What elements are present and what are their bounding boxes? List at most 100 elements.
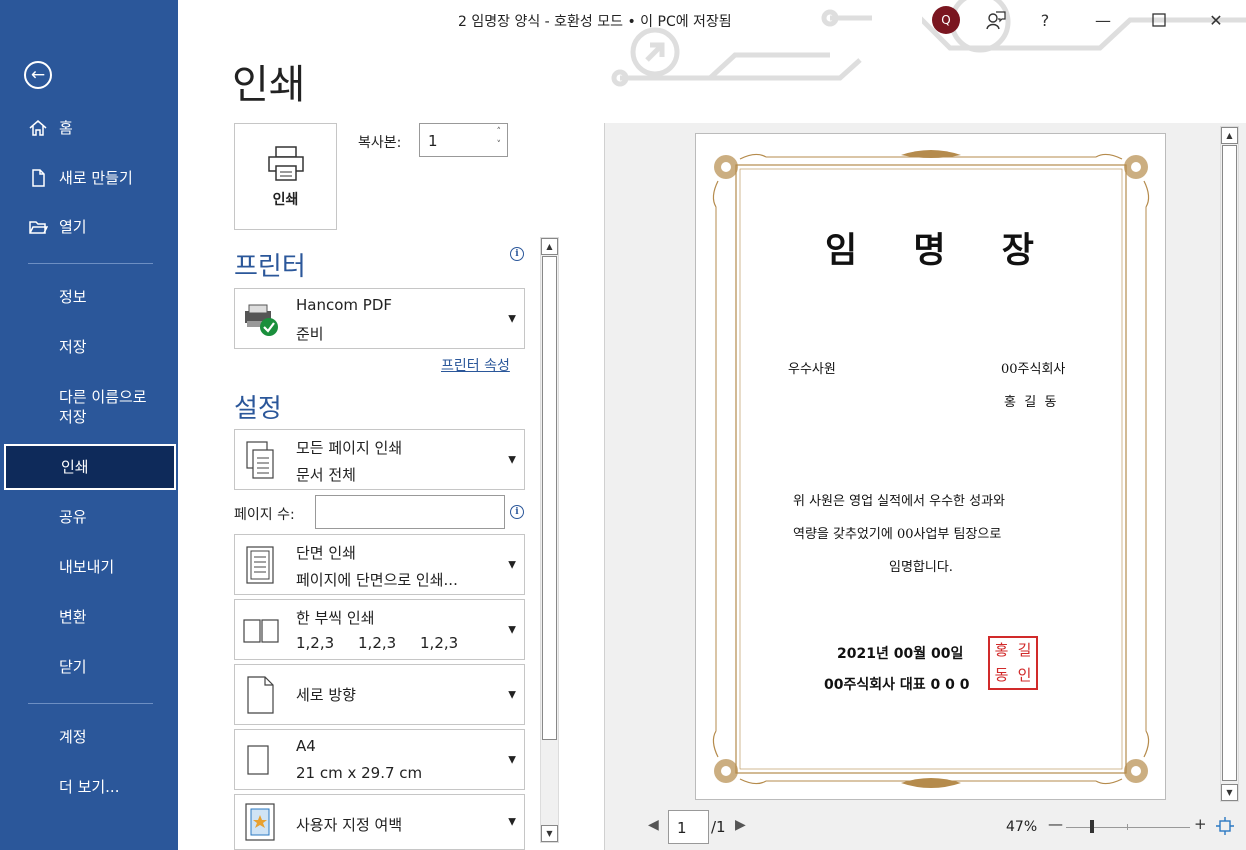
sides-label: 단면 인쇄	[296, 544, 356, 562]
award-label: 우수사원	[788, 362, 836, 377]
printer-ready-icon	[245, 304, 278, 336]
pages-input[interactable]	[315, 495, 505, 529]
seal-char: 동	[994, 666, 1009, 684]
page-total: /1	[711, 818, 726, 836]
print-range-sub: 문서 전체	[296, 466, 356, 484]
paper-size-dropdown[interactable]: A4 21 cm x 29.7 cm ▼	[234, 729, 525, 790]
pages-icon	[246, 440, 274, 479]
print-button[interactable]: 인쇄	[234, 123, 337, 230]
company-name: 00주식회사	[1001, 362, 1066, 377]
nav-close[interactable]: 닫기	[4, 644, 176, 690]
nav-home[interactable]: 홈	[4, 105, 176, 151]
sides-sub: 페이지에 단면으로 인쇄...	[296, 571, 458, 589]
collate-dropdown[interactable]: 한 부씩 인쇄 1,2,3 1,2,3 1,2,3 ▼	[234, 599, 525, 660]
nav-account[interactable]: 계정	[4, 714, 176, 760]
copies-spinner[interactable]: 1 ˄ ˅	[419, 123, 508, 157]
nav-new[interactable]: 새로 만들기	[4, 155, 176, 201]
spinner-arrows[interactable]: ˄ ˅	[497, 126, 502, 152]
nav-label: 다른 이름으로 저장	[59, 388, 147, 426]
nav-label: 내보내기	[59, 558, 115, 576]
body-text-line: 위 사원은 영업 실적에서 우수한 성과와	[793, 494, 1006, 509]
nav-share[interactable]: 공유	[4, 494, 176, 540]
close-button[interactable]: ✕	[1203, 8, 1229, 32]
paper-size-sub: 21 cm x 29.7 cm	[296, 764, 423, 782]
print-range-dropdown[interactable]: 모든 페이지 인쇄 문서 전체 ▼	[234, 429, 525, 490]
nav-label: 홈	[59, 119, 73, 137]
pages-label: 페이지 수:	[234, 507, 295, 523]
printer-status: 준비	[296, 325, 324, 343]
sides-dropdown[interactable]: 단면 인쇄 페이지에 단면으로 인쇄... ▼	[234, 534, 525, 595]
orientation-label: 세로 방향	[296, 686, 356, 704]
nav-save[interactable]: 저장	[4, 324, 176, 370]
single-sided-icon	[246, 545, 274, 584]
page-title: 인쇄	[232, 62, 306, 108]
nav-label: 닫기	[59, 658, 87, 676]
maximize-button[interactable]	[1146, 8, 1172, 32]
collate-label: 한 부씩 인쇄	[296, 609, 375, 627]
scroll-up-icon[interactable]: ▲	[1221, 127, 1238, 144]
scroll-down-icon[interactable]: ▼	[541, 825, 558, 842]
margins-label: 사용자 지정 여백	[296, 816, 403, 834]
next-page-icon[interactable]: ▶	[735, 817, 746, 833]
zoom-slider-thumb[interactable]	[1090, 820, 1094, 833]
paper-size-label: A4	[296, 737, 316, 755]
nav-label: 더 보기...	[59, 778, 120, 796]
minimize-icon: —	[1095, 10, 1111, 30]
nav-transform[interactable]: 변환	[4, 594, 176, 640]
nav-label: 계정	[59, 728, 87, 746]
settings-heading: 설정	[234, 394, 282, 424]
maximize-icon	[1152, 13, 1166, 27]
orientation-dropdown[interactable]: 세로 방향 ▼	[234, 664, 525, 725]
printer-properties-link[interactable]: 프린터 속성	[441, 355, 510, 375]
zoom-slider[interactable]	[1066, 827, 1190, 828]
scroll-down-icon[interactable]: ▼	[1221, 784, 1238, 801]
copies-label: 복사본:	[358, 135, 402, 151]
settings-scrollbar[interactable]: ▲ ▼	[540, 237, 559, 843]
page-number-input[interactable]: 1	[668, 810, 709, 844]
account-name-box[interactable]	[872, 9, 922, 31]
new-document-icon	[32, 169, 45, 187]
avatar-initial: Q	[941, 13, 951, 27]
info-icon[interactable]: i	[510, 505, 524, 519]
scroll-thumb[interactable]	[542, 256, 557, 740]
nav-info[interactable]: 정보	[4, 274, 176, 320]
nav-divider	[28, 263, 153, 264]
info-icon[interactable]: i	[510, 247, 524, 261]
back-button[interactable]: ←	[24, 61, 52, 89]
nav-print[interactable]: 인쇄	[4, 444, 176, 490]
copies-value: 1	[428, 132, 438, 150]
fit-to-page-icon[interactable]	[1216, 817, 1234, 835]
minimize-button[interactable]: —	[1090, 8, 1116, 32]
zoom-in-button[interactable]: +	[1194, 815, 1207, 833]
printer-icon	[267, 145, 304, 181]
scroll-up-icon[interactable]: ▲	[541, 238, 558, 255]
nav-export[interactable]: 내보내기	[4, 544, 176, 590]
issue-date: 2021년 00월 00일	[837, 646, 964, 662]
nav-more[interactable]: 더 보기...	[4, 764, 176, 810]
seal-char: 길	[1017, 641, 1032, 659]
margins-dropdown[interactable]: 사용자 지정 여백 ▼	[234, 794, 525, 850]
help-icon[interactable]: ?	[1032, 8, 1058, 32]
nav-label: 열기	[59, 218, 87, 236]
nav-label: 저장	[59, 338, 87, 356]
chevron-down-icon: ▼	[508, 624, 516, 635]
nav-divider	[28, 703, 153, 704]
nav-open[interactable]: 열기	[4, 204, 176, 250]
zoom-slider-tick	[1127, 824, 1128, 830]
chevron-down-icon: ▼	[508, 689, 516, 700]
previous-page-icon[interactable]: ◀	[648, 817, 659, 833]
signatory: 00주식회사 대표 0 0 0	[824, 677, 970, 693]
close-icon: ✕	[1209, 10, 1223, 30]
nav-label: 변환	[59, 608, 87, 626]
coauthor-icon[interactable]	[983, 8, 1009, 32]
printer-dropdown[interactable]: Hancom PDF 준비 ▼	[234, 288, 525, 349]
scroll-thumb[interactable]	[1222, 145, 1237, 781]
zoom-level: 47%	[1006, 819, 1038, 835]
nav-save-as[interactable]: 다른 이름으로 저장	[4, 384, 176, 430]
preview-scrollbar[interactable]: ▲ ▼	[1220, 126, 1239, 802]
avatar[interactable]: Q	[932, 6, 960, 34]
seal-char: 인	[1017, 666, 1032, 684]
nav-label: 새로 만들기	[59, 169, 133, 187]
window-title: 2 임명장 양식 - 호환성 모드 • 이 PC에 저장됨	[458, 14, 732, 30]
zoom-out-button[interactable]: —	[1048, 815, 1063, 833]
